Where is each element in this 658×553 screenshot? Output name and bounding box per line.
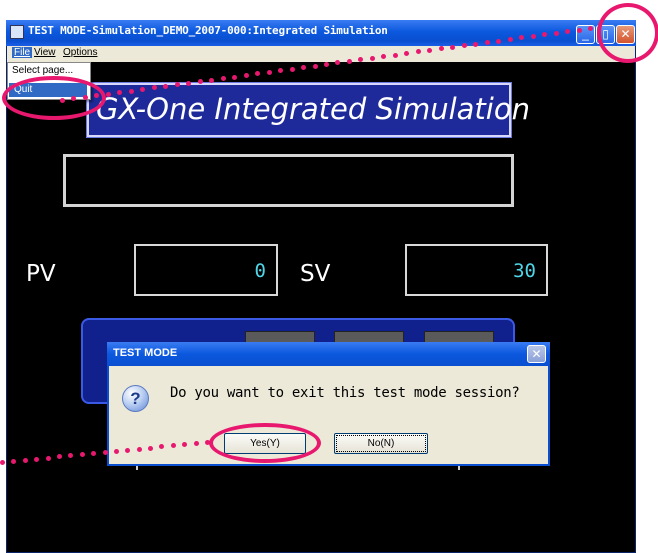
- annotation-dot: [588, 26, 593, 31]
- annotation-dot: [22, 457, 28, 463]
- annotation-dot: [60, 98, 65, 103]
- dialog-close-button[interactable]: ✕: [527, 345, 546, 363]
- menu-item-select-page[interactable]: Select page...: [12, 65, 73, 76]
- app-title: GX-One Integrated Simulation: [96, 92, 530, 126]
- no-button[interactable]: No(N): [334, 433, 428, 454]
- window-title: TEST MODE-Simulation_DEMO_2007-000:Integ…: [28, 24, 388, 37]
- menu-bar: [7, 46, 635, 62]
- annotation-dot: [392, 52, 398, 58]
- annotation-dot: [82, 94, 88, 100]
- annotation-dot: [0, 460, 5, 465]
- annotation-dot: [105, 91, 111, 97]
- pv-label: PV: [26, 261, 56, 287]
- annotation-dot: [45, 455, 51, 461]
- annotation-dot: [113, 448, 119, 454]
- annotation-dot: [312, 63, 318, 69]
- annotation-dot: [484, 40, 490, 46]
- annotation-dot: [205, 440, 210, 445]
- menu-options[interactable]: Options: [63, 47, 97, 58]
- annotation-dot: [461, 43, 467, 49]
- question-icon: ?: [122, 385, 149, 412]
- annotation-dot: [496, 38, 502, 44]
- annotation-dot: [324, 62, 329, 67]
- annotation-dot: [232, 74, 238, 80]
- annotation-dot: [102, 450, 108, 455]
- annotation-dot: [209, 77, 215, 83]
- annotation-dot: [576, 27, 582, 33]
- annotation-dot: [507, 36, 513, 42]
- annotation-circle-close: [597, 3, 658, 63]
- pv-value: 0: [254, 260, 266, 282]
- annotation-dot: [473, 41, 479, 47]
- dialog-title: TEST MODE: [113, 347, 178, 359]
- annotation-dot: [369, 55, 375, 61]
- dialog-message: Do you want to exit this test mode sessi…: [170, 385, 520, 401]
- sv-label: SV: [300, 261, 331, 287]
- annotation-dot: [136, 446, 142, 452]
- sv-value: 30: [513, 260, 536, 282]
- annotation-dot: [553, 30, 559, 36]
- annotation-dot: [34, 456, 40, 462]
- annotation-dot: [197, 79, 203, 85]
- menu-view[interactable]: View: [34, 47, 56, 58]
- annotation-dot: [289, 66, 295, 72]
- message-display-box: [63, 154, 514, 207]
- annotation-dot: [79, 452, 85, 458]
- annotation-circle-yes: [209, 423, 321, 463]
- annotation-dot: [220, 76, 226, 82]
- annotation-dot: [266, 69, 272, 75]
- window-app-icon[interactable]: [10, 25, 24, 39]
- annotation-dot: [346, 58, 352, 64]
- annotation-circle-quit: [2, 76, 106, 120]
- annotation-dot: [193, 441, 199, 447]
- annotation-dot: [148, 445, 154, 451]
- annotation-dot: [243, 72, 249, 78]
- menu-file[interactable]: File: [12, 47, 33, 58]
- annotation-dot: [530, 33, 536, 39]
- annotation-dot: [128, 88, 134, 94]
